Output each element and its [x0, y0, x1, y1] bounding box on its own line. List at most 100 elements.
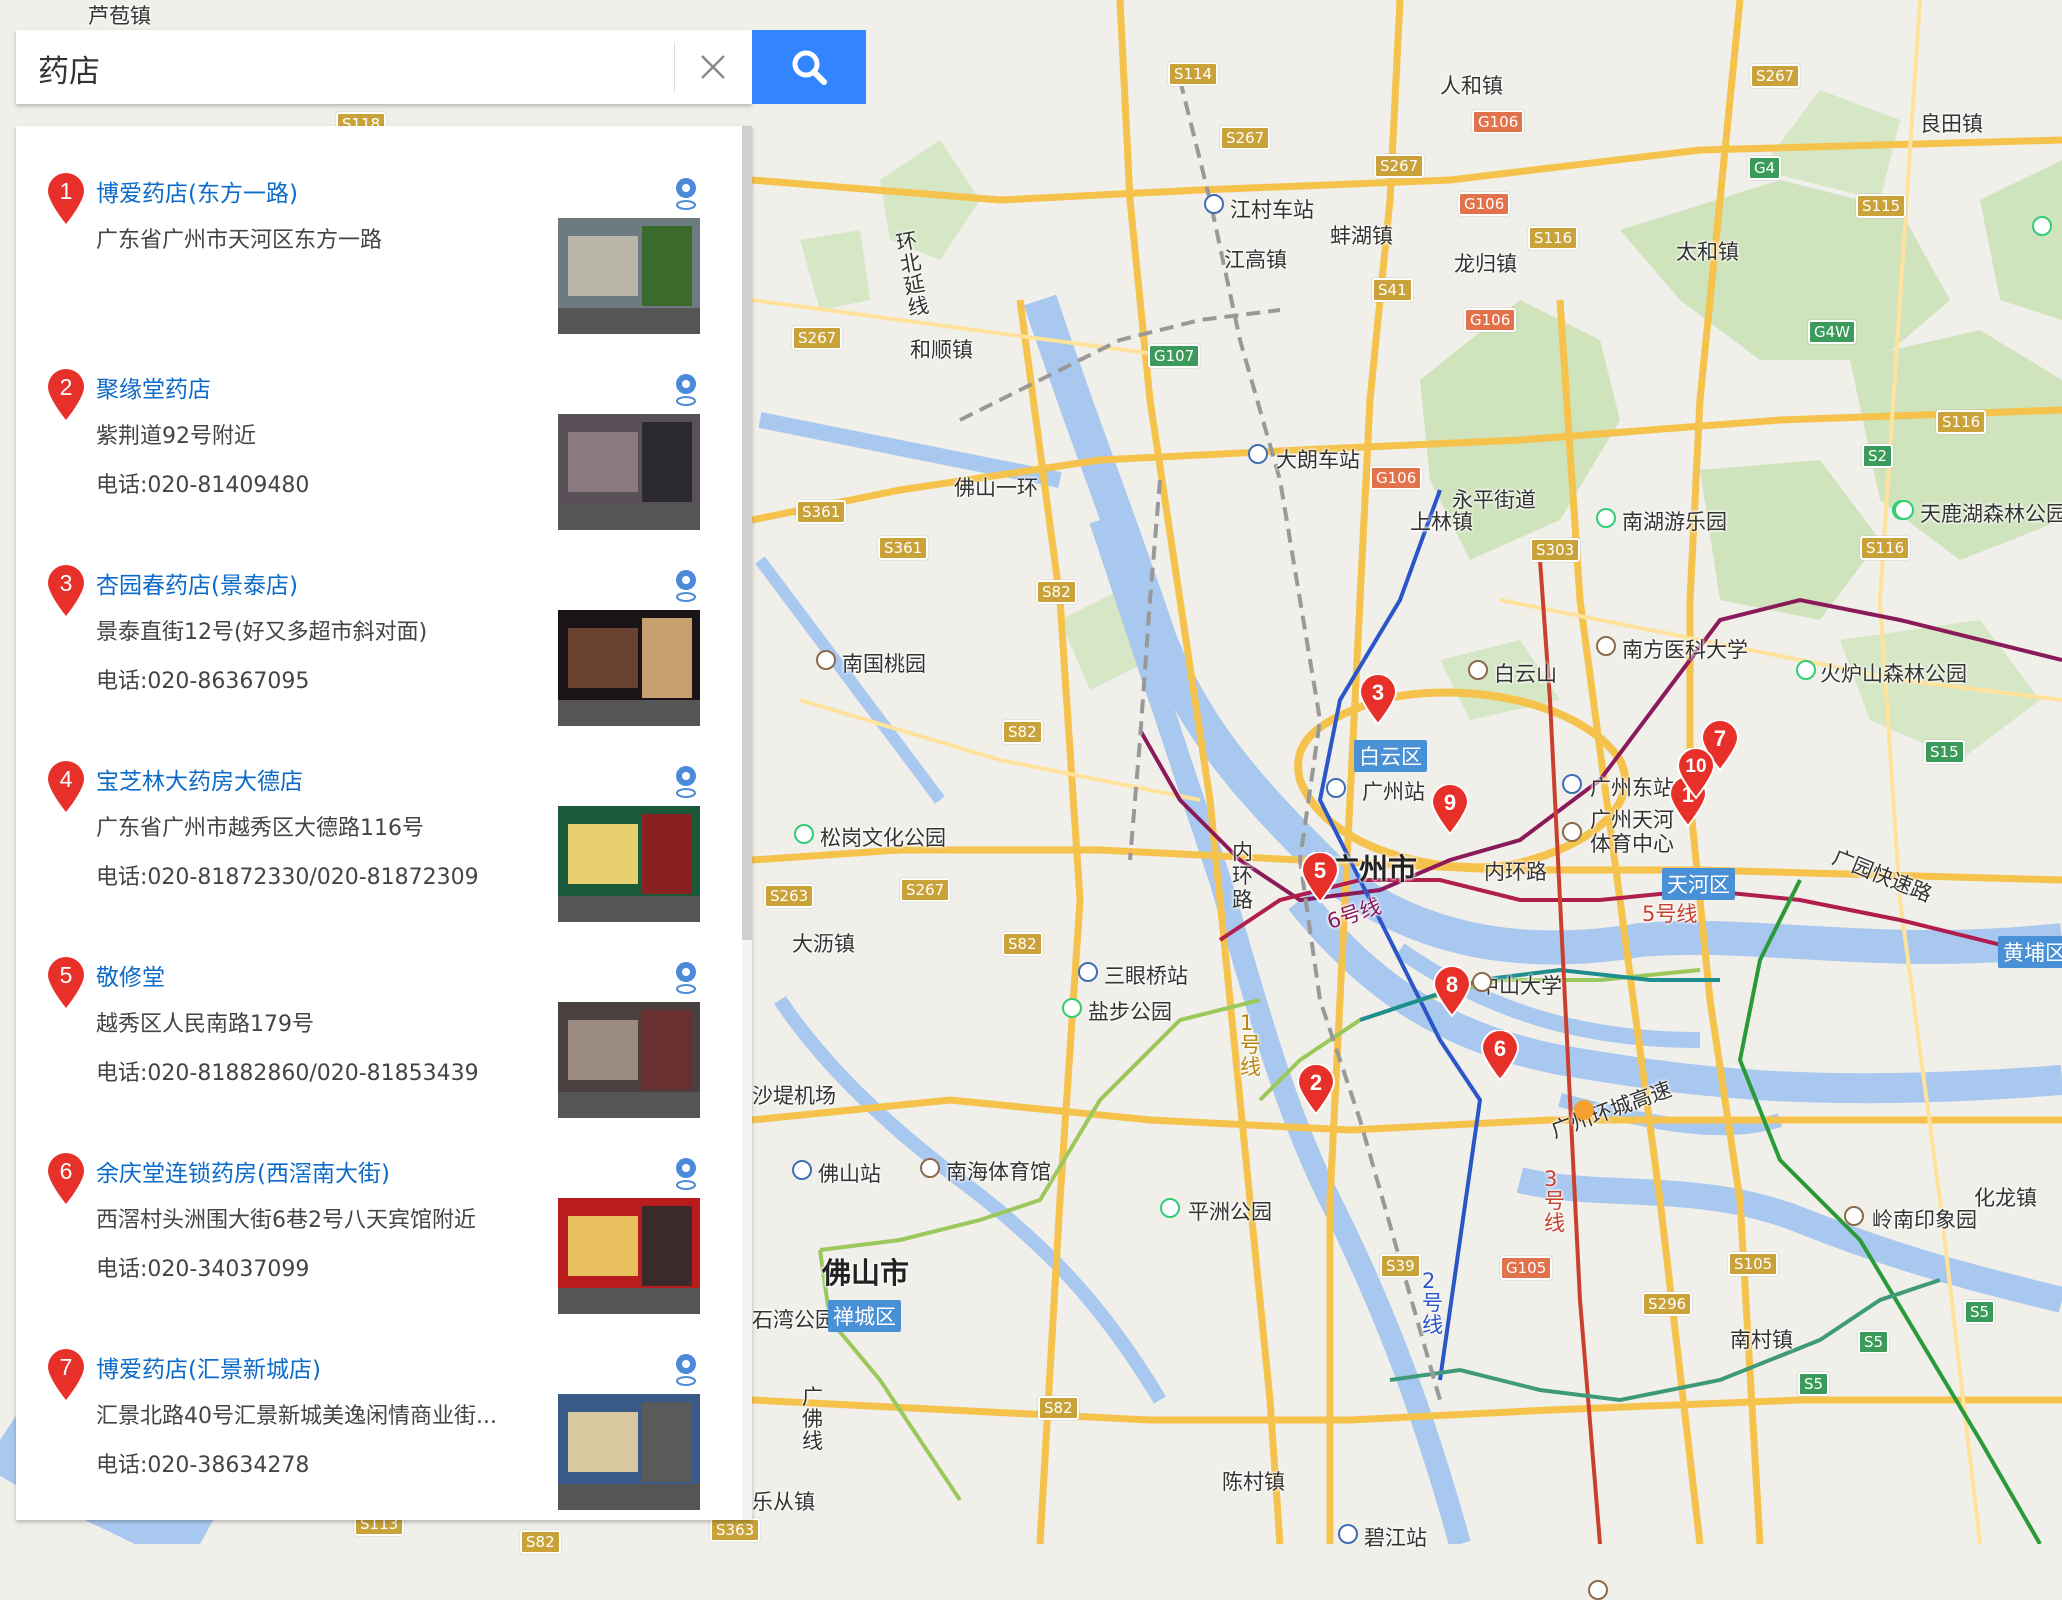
road-shield: S296 [1642, 1292, 1693, 1316]
landmark-icon [1596, 636, 1616, 656]
road-shield: S116 [1936, 410, 1987, 434]
result-name-link[interactable]: 杏园春药店(景泰店) [96, 566, 298, 600]
station-icon [1078, 962, 1098, 982]
clear-search-button[interactable] [674, 42, 751, 92]
result-photo[interactable] [558, 610, 700, 726]
result-phone: 电话:020-38634278 [96, 1453, 310, 1478]
map-result-pin[interactable]: 8 [1432, 966, 1472, 1018]
landmark-icon [1562, 822, 1582, 842]
map-result-pin-number: 5 [1313, 858, 1327, 883]
street-view-icon[interactable] [674, 372, 698, 406]
park-icon [1062, 998, 1082, 1018]
road-shield: S267 [1220, 126, 1271, 150]
landmark-icon [816, 650, 836, 670]
street-view-icon[interactable] [674, 568, 698, 602]
district-badge: 黄埔区 [1998, 936, 2062, 968]
result-marker-number: 2 [59, 374, 73, 400]
map-city-label: 佛山市 [822, 1256, 910, 1290]
result-photo[interactable] [558, 414, 700, 530]
park-icon [1894, 500, 1914, 520]
road-shield: S116 [1860, 536, 1911, 560]
road-shield: S5 [1964, 1300, 1996, 1324]
map-landmark-label: 白云山 [1494, 662, 1557, 686]
landmark-icon [1468, 660, 1488, 680]
result-item[interactable]: 2 聚缘堂药店 紫荆道92号附近 电话:020-81409480 [16, 322, 736, 530]
road-shield: S2 [1862, 444, 1894, 468]
result-photo[interactable] [558, 806, 700, 922]
result-item[interactable]: 4 宝芝林大药房大德店 广东省广州市越秀区大德路116号 电话:020-8187233… [16, 714, 736, 922]
result-marker-icon: 7 [46, 1348, 86, 1402]
station-icon [1248, 444, 1268, 464]
search-button[interactable] [752, 30, 866, 104]
map-station-label: 广州站 [1362, 780, 1425, 804]
map-town-label: 大沥镇 [792, 932, 855, 956]
metro-line-label: 5号线 [1642, 902, 1698, 926]
search-input[interactable] [36, 44, 680, 92]
street-view-icon[interactable] [674, 176, 698, 210]
result-marker-icon: 3 [46, 564, 86, 618]
map-result-pin[interactable]: 3 [1358, 674, 1398, 726]
landmark-icon [920, 1158, 940, 1178]
map-result-pin-number: 9 [1443, 790, 1457, 815]
scrollbar-thumb[interactable] [742, 126, 752, 940]
map-result-pin[interactable]: 2 [1296, 1064, 1336, 1116]
result-name-link[interactable]: 博爱药店(东方一路) [96, 174, 298, 208]
map-result-pin[interactable]: 5 [1300, 852, 1340, 904]
map-result-pin[interactable]: 10 [1676, 748, 1716, 800]
result-marker-icon: 1 [46, 172, 86, 226]
map-road-label: 内环路 [1232, 840, 1253, 912]
map-town-label: 龙归镇 [1454, 252, 1517, 276]
result-photo[interactable] [558, 1198, 700, 1314]
road-shield: G4W [1808, 320, 1856, 344]
result-item[interactable]: 7 博爱药店(汇景新城店) 汇景北路40号汇景新城美逸闲情商业街... 电话:020-… [16, 1302, 736, 1510]
map-landmark-label: 南海体育馆 [946, 1160, 1051, 1184]
map-landmark-label: 广州天河体育中心 [1590, 808, 1674, 856]
road-shield: G106 [1464, 308, 1517, 332]
street-view-icon[interactable] [674, 1156, 698, 1190]
map-result-pin-number: 3 [1371, 680, 1385, 705]
map-park-label: 南湖游乐园 [1622, 510, 1727, 534]
district-badge: 禅城区 [828, 1300, 901, 1332]
road-shield: G105 [1500, 1256, 1553, 1280]
road-shield: G4 [1748, 156, 1782, 180]
map-town-label: 沙堤机场 [752, 1084, 836, 1108]
result-address: 广东省广州市天河区东方一路 [96, 228, 383, 253]
road-shield: G106 [1370, 466, 1423, 490]
road-shield: G106 [1472, 110, 1525, 134]
result-item[interactable]: 1 博爱药店(东方一路) 广东省广州市天河区东方一路 [16, 126, 736, 334]
landmark-icon [1844, 1206, 1864, 1226]
road-shield: S267 [792, 326, 843, 350]
result-name-link[interactable]: 博爱药店(汇景新城店) [96, 1350, 321, 1384]
result-name-link[interactable]: 宝芝林大药房大德店 [96, 762, 303, 796]
result-item[interactable]: 6 余庆堂连锁药房(西滘南大街) 西滘村头洲围大街6巷2号八天宾馆附近 电话:020-… [16, 1106, 736, 1314]
street-view-icon[interactable] [674, 764, 698, 798]
road-shield: S303 [1530, 538, 1581, 562]
map-result-pin[interactable]: 6 [1480, 1030, 1520, 1082]
result-name-link[interactable]: 余庆堂连锁药房(西滘南大街) [96, 1154, 390, 1188]
district-badge: 天河区 [1662, 868, 1735, 900]
result-address: 西滘村头洲围大街6巷2号八天宾馆附近 [96, 1208, 476, 1233]
map-town-label: 上林镇 [1410, 510, 1473, 534]
park-icon [1596, 508, 1616, 528]
result-photo[interactable] [558, 218, 700, 334]
result-phone: 电话:020-81409480 [96, 473, 310, 498]
street-view-icon[interactable] [674, 1352, 698, 1386]
map-town-label: 太和镇 [1676, 240, 1739, 264]
search-box [16, 30, 752, 104]
result-item[interactable]: 5 敬修堂 越秀区人民南路179号 电话:020-81882860/020-81853… [16, 910, 736, 1118]
result-name-link[interactable]: 敬修堂 [96, 958, 165, 992]
result-item[interactable]: 3 杏园春药店(景泰店) 景泰直街12号(好又多超市斜对面) 电话:020-86367… [16, 518, 736, 726]
road-shield: S15 [1924, 740, 1965, 764]
result-name-link[interactable]: 聚缘堂药店 [96, 370, 211, 404]
street-view-icon[interactable] [674, 960, 698, 994]
map-station-label: 江村车站 [1230, 198, 1314, 222]
result-photo[interactable] [558, 1002, 700, 1118]
search-results-panel: 1 博爱药店(东方一路) 广东省广州市天河区东方一路 2 聚缘堂药店 紫荆道92号附近 电话… [16, 126, 752, 1520]
district-badge: 白云区 [1354, 740, 1427, 772]
road-shield: S115 [1856, 194, 1907, 218]
service-icon [1574, 1100, 1594, 1120]
result-photo[interactable] [558, 1394, 700, 1510]
map-result-pin[interactable]: 9 [1430, 784, 1470, 836]
map-town-label: 和顺镇 [910, 338, 973, 362]
road-shield: S361 [796, 500, 847, 524]
